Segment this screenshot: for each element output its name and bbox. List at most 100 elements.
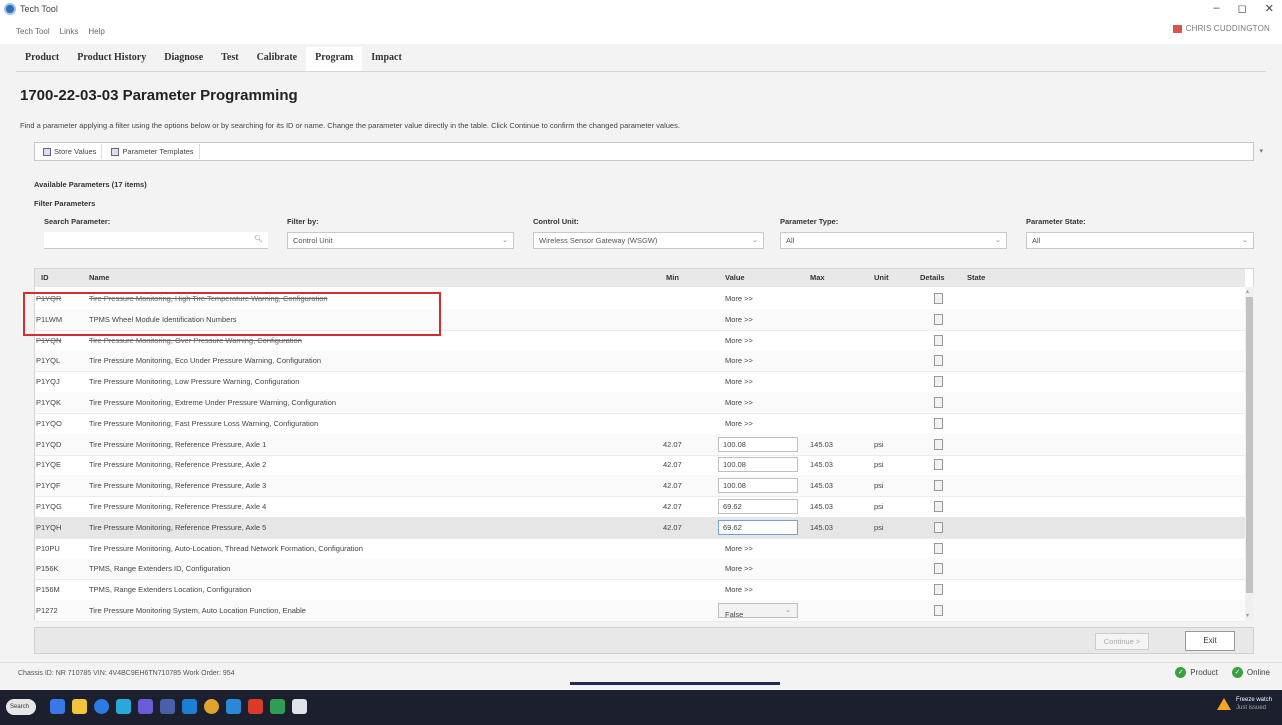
column-value[interactable]: Value [725, 273, 745, 282]
user-area[interactable]: CHRIS CUDDINGTON [1172, 24, 1270, 33]
taskbar-app-icon[interactable] [116, 699, 131, 714]
more-link[interactable]: More >> [725, 294, 753, 303]
taskbar-app-icon[interactable] [50, 699, 65, 714]
details-icon[interactable] [934, 584, 943, 596]
column-details[interactable]: Details [920, 273, 945, 282]
table-row[interactable]: P1YQO Tire Pressure Monitoring, Fast Pres… [35, 413, 1245, 435]
details-icon[interactable] [934, 459, 943, 471]
details-icon[interactable] [934, 542, 943, 554]
more-link[interactable]: More >> [725, 398, 753, 407]
table-row[interactable]: P10PU Tire Pressure Monitoring, Auto-Loca… [35, 538, 1245, 560]
continue-button[interactable]: Continue > [1095, 633, 1149, 650]
table-row[interactable]: P1LWM TPMS Wheel Module Identification Nu… [35, 308, 1245, 331]
value-input[interactable]: 100.08 [718, 478, 798, 494]
parameter-state-select[interactable]: All ⌄ [1026, 232, 1254, 249]
scroll-down-icon[interactable]: ▾ [1246, 612, 1249, 619]
tab-test[interactable]: Test [212, 47, 247, 71]
more-link[interactable]: More >> [725, 356, 753, 365]
column-unit[interactable]: Unit [874, 273, 889, 282]
control-unit-select[interactable]: Wireless Sensor Gateway (WSGW) ⌄ [533, 232, 764, 249]
details-icon[interactable] [934, 480, 943, 492]
details-icon[interactable] [934, 501, 943, 512]
more-link[interactable]: More >> [725, 377, 753, 386]
table-row[interactable]: P156M TPMS, Range Extenders Location, Con… [35, 579, 1245, 602]
table-row[interactable]: P1YQE Tire Pressure Monitoring, Reference… [35, 454, 1245, 477]
maximize-button[interactable]: ◻ [1238, 2, 1247, 15]
table-row[interactable]: P1YQG Tire Pressure Monitoring, Reference… [35, 496, 1245, 518]
tab-product[interactable]: Product [16, 47, 68, 71]
folder-icon[interactable] [72, 699, 87, 714]
value-input[interactable]: 100.08 [718, 436, 798, 452]
toolbar-overflow-icon[interactable]: ▾ [1259, 147, 1263, 155]
parameter-templates-button[interactable]: Parameter Templates [106, 144, 200, 159]
scrollbar-thumb[interactable] [1246, 297, 1253, 593]
table-row[interactable]: P1272 Tire Pressure Monitoring System, Au… [35, 600, 1245, 622]
filter-by-select[interactable]: Control Unit ⌄ [287, 232, 514, 249]
table-row[interactable]: P1YQJ Tire Pressure Monitoring, Low Press… [35, 371, 1245, 394]
exit-button[interactable]: Exit [1185, 631, 1235, 651]
pdf-icon[interactable] [248, 699, 263, 714]
taskbar-app-icon[interactable] [292, 699, 307, 714]
more-link[interactable]: More >> [725, 419, 753, 428]
taskbar-search[interactable]: Search [6, 699, 36, 715]
taskbar-app-icon[interactable] [138, 699, 153, 714]
column-id[interactable]: ID [41, 273, 49, 282]
table-row[interactable]: P156K TPMS, Range Extenders ID, Configura… [35, 558, 1245, 581]
details-icon[interactable] [934, 438, 943, 450]
details-icon[interactable] [934, 355, 943, 367]
menu-tech-tool[interactable]: Tech Tool [16, 27, 50, 36]
details-icon[interactable] [934, 397, 943, 408]
details-icon[interactable] [934, 521, 943, 533]
details-icon[interactable] [934, 313, 943, 325]
column-max[interactable]: Max [810, 273, 825, 282]
table-row[interactable]: P1YQD Tire Pressure Monitoring, Reference… [35, 433, 1245, 456]
column-min[interactable]: Min [666, 273, 679, 282]
parameter-type-select[interactable]: All ⌄ [780, 232, 1007, 249]
details-icon[interactable] [934, 563, 943, 575]
more-link[interactable]: More >> [725, 336, 753, 345]
browser-icon[interactable] [94, 699, 109, 714]
value-input[interactable]: 100.08 [718, 457, 798, 473]
search-parameter-input[interactable]: 🔍︎ [44, 232, 268, 249]
store-values-button[interactable]: Store Values [38, 144, 103, 159]
value-input[interactable]: 69.62 [718, 519, 798, 535]
search-icon[interactable]: 🔍︎ [254, 235, 263, 243]
value-select[interactable]: False ⌄ [718, 603, 798, 619]
taskbar-app-icon[interactable] [226, 699, 241, 714]
table-scrollbar[interactable]: ▴ ▾ [1245, 287, 1254, 620]
menu-links[interactable]: Links [60, 27, 79, 36]
table-row[interactable]: P1YQN Tire Pressure Monitoring, Over Pres… [35, 330, 1245, 352]
taskbar-app-icon[interactable] [270, 699, 285, 714]
tech-tool-icon[interactable] [160, 699, 175, 714]
table-row[interactable]: P1YQF Tire Pressure Monitoring, Reference… [35, 475, 1245, 498]
more-link[interactable]: More >> [725, 585, 753, 594]
scroll-up-icon[interactable]: ▴ [1246, 288, 1249, 295]
tab-calibrate[interactable]: Calibrate [248, 47, 307, 71]
details-icon[interactable] [934, 376, 943, 388]
details-icon[interactable] [934, 334, 943, 346]
tab-program[interactable]: Program [306, 47, 363, 71]
close-button[interactable]: ✕ [1265, 2, 1274, 15]
table-row[interactable]: P1YQH Tire Pressure Monitoring, Reference… [35, 516, 1245, 539]
menu-help[interactable]: Help [88, 27, 104, 36]
weather-notification[interactable]: Freeze watch Just issued [1216, 696, 1272, 712]
column-state[interactable]: State [967, 273, 985, 282]
column-name[interactable]: Name [89, 273, 109, 282]
product-status[interactable]: ✓ Product [1175, 667, 1218, 678]
details-icon[interactable] [934, 293, 943, 304]
more-link[interactable]: More >> [725, 544, 753, 553]
table-row[interactable]: P1YQK Tire Pressure Monitoring, Extreme U… [35, 392, 1245, 414]
value-input[interactable]: 69.62 [718, 499, 798, 514]
tab-product-history[interactable]: Product History [68, 47, 155, 71]
minimize-button[interactable]: – [1214, 2, 1220, 15]
tab-impact[interactable]: Impact [362, 47, 411, 71]
details-icon[interactable] [934, 605, 943, 616]
chrome-icon[interactable] [204, 699, 219, 714]
details-icon[interactable] [934, 417, 943, 429]
taskbar-app-icon[interactable] [182, 699, 197, 714]
tab-diagnose[interactable]: Diagnose [155, 47, 212, 71]
online-status[interactable]: ✓ Online [1231, 667, 1270, 678]
more-link[interactable]: More >> [725, 564, 753, 573]
table-row[interactable]: P1YQR Tire Pressure Monitoring, High Tire… [35, 288, 1245, 310]
table-row[interactable]: P1YQL Tire Pressure Monitoring, Eco Under… [35, 350, 1245, 373]
